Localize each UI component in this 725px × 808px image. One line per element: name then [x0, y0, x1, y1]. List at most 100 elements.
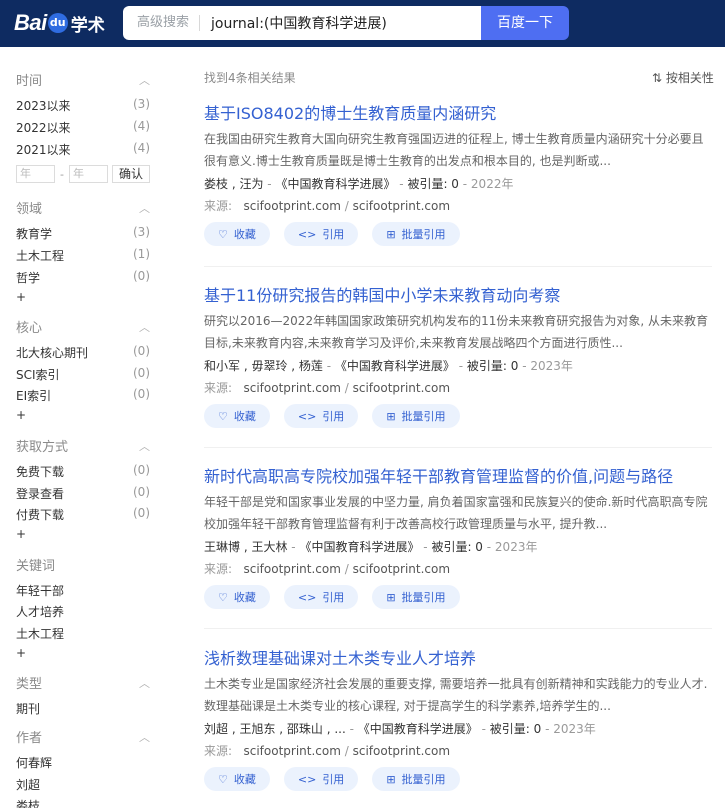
folder-plus-icon: ⊞	[386, 772, 396, 786]
filter-access-more[interactable]: +	[16, 527, 26, 541]
result-source: 来源: scifootprint.com / scifootprint.com	[204, 199, 451, 213]
collect-button[interactable]: ♡ 收藏	[204, 222, 270, 246]
result-title[interactable]: 基于11份研究报告的韩国中小学未来教育动向考察	[204, 282, 560, 306]
source-link[interactable]: scifootprint.com	[353, 744, 450, 758]
filter-field-header[interactable]: 领域 ︿	[16, 198, 156, 218]
filter-author-3[interactable]: 娄枝	[16, 797, 156, 808]
chevron-up-icon[interactable]: ︿	[139, 438, 150, 454]
batch-cite-button[interactable]: ⊞ 批量引用	[372, 585, 460, 609]
result-authors[interactable]: 王琳博 , 王大林	[204, 540, 287, 554]
filter-keyword-talent[interactable]: 人才培养	[16, 603, 156, 623]
advanced-search-link[interactable]: 高级搜索	[123, 15, 201, 31]
batch-cite-button[interactable]: ⊞ 批量引用	[372, 404, 460, 428]
batch-cite-button[interactable]: ⊞ 批量引用	[372, 767, 460, 791]
result-title[interactable]: 基于ISO8402的博士生教育质量内涵研究	[204, 100, 496, 124]
filter-item-count: (3)	[133, 225, 150, 239]
filter-item-label: 登录查看	[16, 487, 65, 501]
sort-label: 按相关性	[665, 71, 714, 85]
result-citations: 被引量: 0	[431, 540, 483, 554]
filter-time-2023[interactable]: 2023以来 (3)	[16, 97, 156, 117]
filter-time-2022[interactable]: 2022以来 (4)	[16, 119, 156, 139]
result-authors[interactable]: 娄枝 , 汪为	[204, 177, 263, 191]
collect-label: 收藏	[233, 228, 256, 241]
collect-button[interactable]: ♡ 收藏	[204, 767, 270, 791]
year-to-input[interactable]: 年	[68, 165, 108, 183]
collect-button[interactable]: ♡ 收藏	[204, 585, 270, 609]
result-year: 2023年	[530, 359, 573, 373]
result-authors[interactable]: 和小军 , 毋翠玲 , 杨莲	[204, 359, 323, 373]
baidu-xueshu-logo[interactable]: Bai du 学术	[14, 8, 105, 38]
source-link[interactable]: scifootprint.com	[353, 562, 450, 576]
search-button[interactable]: 百度一下	[481, 6, 569, 40]
filter-keyword-young-cadres[interactable]: 年轻干部	[16, 582, 156, 602]
filter-core-more[interactable]: +	[16, 408, 26, 422]
source-link[interactable]: scifootprint.com	[353, 381, 450, 395]
chevron-up-icon[interactable]: ︿	[139, 319, 150, 335]
filter-keyword-civil[interactable]: 土木工程	[16, 625, 156, 645]
year-confirm-button[interactable]: 确认	[111, 165, 150, 183]
filter-type-journal[interactable]: 期刊	[16, 700, 156, 720]
filter-type-header[interactable]: 类型 ︿	[16, 673, 156, 693]
filter-core-pku[interactable]: 北大核心期刊 (0)	[16, 344, 156, 364]
batch-cite-button[interactable]: ⊞ 批量引用	[372, 222, 460, 246]
filter-access-header[interactable]: 获取方式 ︿	[16, 436, 156, 456]
filter-author-header[interactable]: 作者 ︿	[16, 727, 156, 747]
collect-button[interactable]: ♡ 收藏	[204, 404, 270, 428]
filter-item-label: 土木工程	[16, 249, 65, 263]
source-link[interactable]: scifootprint.com	[353, 199, 450, 213]
filter-access-login[interactable]: 登录查看 (0)	[16, 485, 156, 505]
chevron-up-icon[interactable]: ︿	[139, 675, 150, 691]
cite-button[interactable]: <> 引用	[283, 222, 359, 246]
filter-access-free[interactable]: 免费下载 (0)	[16, 463, 156, 483]
sort-by-relevance[interactable]: ⇅ 按相关性	[652, 69, 714, 86]
source-link[interactable]: scifootprint.com	[244, 199, 341, 213]
year-from-input[interactable]: 年	[16, 165, 55, 183]
filter-access-paid[interactable]: 付费下载 (0)	[16, 506, 156, 526]
source-link[interactable]: scifootprint.com	[244, 381, 341, 395]
source-link[interactable]: scifootprint.com	[244, 744, 341, 758]
batch-cite-label: 批量引用	[401, 410, 446, 423]
result-journal[interactable]: 《中国教育科学进展》	[275, 177, 395, 191]
chevron-up-icon[interactable]: ︿	[139, 729, 150, 745]
filter-core-ei[interactable]: EI索引 (0)	[16, 387, 156, 407]
result-meta: 王琳博 , 王大林 - 《中国教育科学进展》 - 被引量: 0 - 2023年	[204, 540, 538, 554]
filter-item-label: 人才培养	[16, 605, 65, 619]
filter-author-1[interactable]: 何春辉	[16, 754, 156, 774]
filter-keywords-more[interactable]: +	[16, 646, 26, 660]
search-box[interactable]: 高级搜索 journal:(中国教育科学进展)	[123, 6, 481, 40]
filter-item-label: 2021以来	[16, 143, 71, 157]
filter-author-2[interactable]: 刘超	[16, 776, 156, 796]
filter-time-header[interactable]: 时间 ︿	[16, 70, 156, 90]
filter-item-label: 刘超	[16, 778, 41, 792]
cite-button[interactable]: <> 引用	[283, 767, 359, 791]
result-journal[interactable]: 《中国教育科学进展》	[358, 722, 478, 736]
filter-field-education[interactable]: 教育学 (3)	[16, 225, 156, 245]
filter-field-philosophy[interactable]: 哲学 (0)	[16, 269, 156, 289]
source-link[interactable]: scifootprint.com	[244, 562, 341, 576]
result-actions: ♡ 收藏 <> 引用 ⊞ 批量引用	[204, 585, 474, 609]
filter-field-more[interactable]: +	[16, 290, 26, 304]
filter-core-header[interactable]: 核心 ︿	[16, 317, 156, 337]
top-bar: Bai du 学术 高级搜索 journal:(中国教育科学进展) 百度一下	[0, 0, 725, 47]
result-journal[interactable]: 《中国教育科学进展》	[335, 359, 455, 373]
filter-core-sci[interactable]: SCI索引 (0)	[16, 366, 156, 386]
chevron-up-icon[interactable]: ︿	[139, 200, 150, 216]
filter-item-label: 何春辉	[16, 756, 53, 770]
result-journal[interactable]: 《中国教育科学进展》	[299, 540, 419, 554]
cite-label: 引用	[322, 228, 345, 241]
result-title[interactable]: 新时代高职高专院校加强年轻干部教育管理监督的价值,问题与路径	[204, 463, 673, 487]
batch-cite-label: 批量引用	[401, 591, 446, 604]
filter-time-2021[interactable]: 2021以来 (4)	[16, 141, 156, 161]
result-source: 来源: scifootprint.com / scifootprint.com	[204, 381, 451, 395]
filter-field-civil[interactable]: 土木工程 (1)	[16, 247, 156, 267]
cite-button[interactable]: <> 引用	[283, 585, 359, 609]
code-icon: <>	[297, 227, 317, 241]
cite-button[interactable]: <> 引用	[283, 404, 359, 428]
filter-item-label: 年轻干部	[16, 584, 65, 598]
result-authors[interactable]: 刘超 , 王旭东 , 邵珠山 , ...	[204, 722, 346, 736]
search-input[interactable]: journal:(中国教育科学进展)	[200, 13, 387, 33]
result-title[interactable]: 浅析数理基础课对土木类专业人才培养	[204, 645, 476, 669]
filter-keywords-header[interactable]: 关键词	[16, 555, 156, 575]
chevron-up-icon[interactable]: ︿	[139, 72, 150, 88]
folder-plus-icon: ⊞	[386, 590, 396, 604]
